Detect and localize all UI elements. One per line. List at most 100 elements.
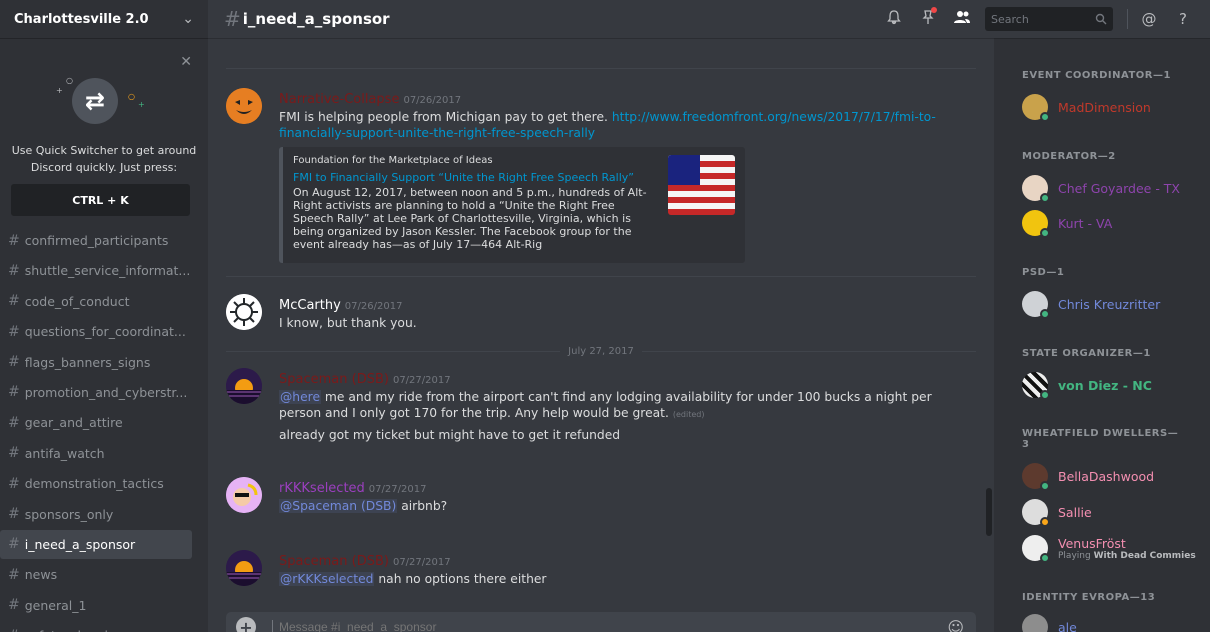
server-name: Charlottesville 2.0 xyxy=(14,11,149,27)
hash-icon: # xyxy=(8,597,20,614)
member-item[interactable]: Chef Goyardee - TX xyxy=(1022,174,1180,203)
chevron-down-icon[interactable]: ⌄ xyxy=(182,11,194,27)
avatar xyxy=(1022,291,1050,319)
link-embed: Foundation for the Marketplace of Ideas … xyxy=(279,147,745,263)
hash-icon: # xyxy=(8,323,20,340)
member-item[interactable]: Chris Kreuzritter xyxy=(1022,290,1161,319)
message: rKKKselected 07/27/2017 @Spaceman (DSB) a… xyxy=(226,477,976,514)
role-header: IDENTITY EVROPA—13 xyxy=(1022,592,1156,603)
message: Spaceman (DSB) 07/27/2017 @rKKKselected n… xyxy=(226,550,976,587)
member-item[interactable]: Sallie xyxy=(1022,498,1092,527)
avatar xyxy=(1022,210,1050,238)
sparkle-icon: + xyxy=(138,100,145,109)
avatar xyxy=(1022,614,1048,632)
help-icon[interactable]: ? xyxy=(1166,10,1200,28)
message-author[interactable]: McCarthy xyxy=(279,298,341,313)
message-text: I know, but thank you. xyxy=(279,316,417,330)
channel-header: # i_need_a_sponsor Search @ ? xyxy=(208,0,1210,38)
avatar[interactable] xyxy=(226,550,262,586)
hash-icon: # xyxy=(8,536,20,553)
channel-item[interactable]: # demonstration_tactics xyxy=(0,469,192,498)
quick-switcher-shortcut[interactable]: CTRL + K xyxy=(11,184,190,216)
date-divider-label: July 27, 2017 xyxy=(568,345,634,357)
header-toolbar: Search @ ? xyxy=(877,0,1200,38)
message-timestamp: 07/27/2017 xyxy=(392,557,451,568)
scrollbar-thumb[interactable] xyxy=(986,488,992,536)
member-item[interactable]: VenusFröst Playing With Dead Commies xyxy=(1022,533,1196,563)
bell-icon[interactable] xyxy=(877,9,911,29)
hash-icon: # xyxy=(8,414,20,431)
role-header: WHEATFIELD DWELLERS—3 xyxy=(1022,428,1179,450)
member-item[interactable]: Kurt - VA xyxy=(1022,209,1112,238)
avatar xyxy=(1022,94,1050,122)
emoji-icon[interactable]: ☺ xyxy=(947,618,964,632)
avatar xyxy=(1022,175,1050,203)
avatar xyxy=(1022,463,1050,491)
message-author[interactable]: rKKKselected xyxy=(279,481,365,496)
member-item[interactable]: von Diez - NC xyxy=(1022,371,1152,400)
message-input[interactable] xyxy=(272,620,948,632)
member-name: ale xyxy=(1058,619,1077,632)
mention[interactable]: @Spaceman (DSB) xyxy=(279,499,398,513)
message-timestamp: 07/27/2017 xyxy=(368,484,427,495)
channel-item[interactable]: # questions_for_coordinat... xyxy=(0,317,192,346)
divider xyxy=(226,68,976,69)
channel-item[interactable]: # general_1 xyxy=(0,591,192,620)
divider xyxy=(226,350,561,352)
member-name: MadDimension xyxy=(1058,99,1151,115)
message: Narrative-Collapse 07/26/2017 FMI is help… xyxy=(226,88,976,263)
member-name: Chris Kreuzritter xyxy=(1058,296,1161,312)
channel-item[interactable]: # flags_banners_signs xyxy=(0,348,192,377)
embed-thumbnail[interactable] xyxy=(668,155,735,215)
message: Spaceman (DSB) 07/27/2017 @here me and my… xyxy=(226,368,976,443)
divider xyxy=(226,276,976,277)
message-timestamp: 07/26/2017 xyxy=(403,95,462,106)
close-icon[interactable]: ✕ xyxy=(180,54,192,70)
channel-item[interactable]: #safety_planning xyxy=(0,621,192,632)
members-icon[interactable] xyxy=(945,9,979,29)
hash-icon: # xyxy=(8,354,20,371)
pin-icon[interactable] xyxy=(911,7,945,29)
message-author[interactable]: Spaceman (DSB) xyxy=(279,372,389,387)
mention[interactable]: @here xyxy=(279,390,322,404)
hash-icon: # xyxy=(8,232,20,249)
mention-icon[interactable]: @ xyxy=(1132,10,1166,28)
search-input[interactable]: Search xyxy=(985,7,1113,31)
channel-item[interactable]: # code_of_conduct xyxy=(0,287,192,316)
message-timestamp: 07/27/2017 xyxy=(392,375,451,386)
member-activity: Playing With Dead Commies xyxy=(1058,550,1196,561)
hash-icon: # xyxy=(8,293,20,310)
channel-item-active[interactable]: # i_need_a_sponsor xyxy=(0,529,192,559)
status-online-indicator xyxy=(1040,481,1050,491)
role-header: STATE ORGANIZER—1 xyxy=(1022,348,1151,359)
member-item[interactable]: BellaDashwood xyxy=(1022,462,1154,491)
notification-dot xyxy=(931,7,937,13)
avatar[interactable] xyxy=(226,294,262,330)
member-item[interactable]: MadDimension xyxy=(1022,93,1151,122)
message-text: FMI is helping people from Michigan pay … xyxy=(279,110,936,140)
avatar[interactable] xyxy=(226,88,262,124)
channel-item[interactable]: # antifa_watch xyxy=(0,439,192,468)
role-header: PSD—1 xyxy=(1022,267,1065,278)
channel-item[interactable]: # promotion_and_cyberstr... xyxy=(0,378,192,407)
channel-item[interactable]: # news xyxy=(0,560,192,589)
divider xyxy=(1127,9,1128,29)
sparkle-icon: ○ xyxy=(128,92,135,101)
channel-item[interactable]: # shuttle_service_informat... xyxy=(0,256,192,285)
status-online-indicator xyxy=(1040,309,1050,319)
hash-icon: # xyxy=(8,262,20,279)
upload-plus-icon[interactable]: + xyxy=(236,617,256,632)
avatar[interactable] xyxy=(226,477,262,513)
divider xyxy=(641,350,977,352)
server-header[interactable]: Charlottesville 2.0 ⌄ xyxy=(0,0,208,38)
channel-item[interactable]: # sponsors_only xyxy=(0,500,192,529)
member-name: Chef Goyardee - TX xyxy=(1058,180,1180,196)
status-idle-indicator xyxy=(1040,517,1050,527)
message-author[interactable]: Narrative-Collapse xyxy=(279,92,399,107)
channel-item[interactable]: # gear_and_attire xyxy=(0,408,192,437)
search-placeholder: Search xyxy=(991,12,1029,26)
member-item[interactable]: ale xyxy=(1022,613,1077,632)
message-author[interactable]: Spaceman (DSB) xyxy=(279,554,389,569)
mention[interactable]: @rKKKselected xyxy=(279,572,375,586)
avatar[interactable] xyxy=(226,368,262,404)
